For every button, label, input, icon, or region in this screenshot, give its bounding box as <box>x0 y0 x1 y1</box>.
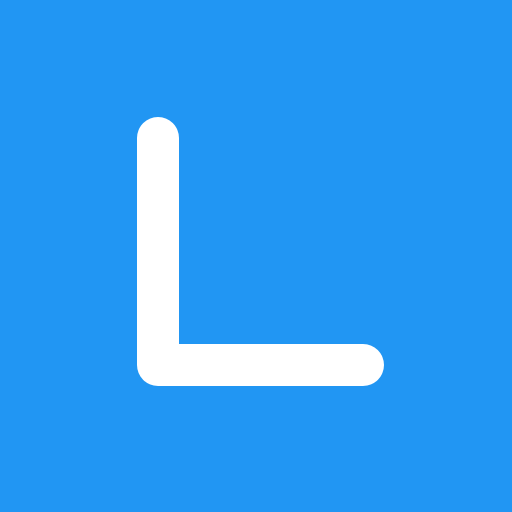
letter-l-logo-icon <box>137 117 384 386</box>
app-icon-tile <box>0 0 512 512</box>
